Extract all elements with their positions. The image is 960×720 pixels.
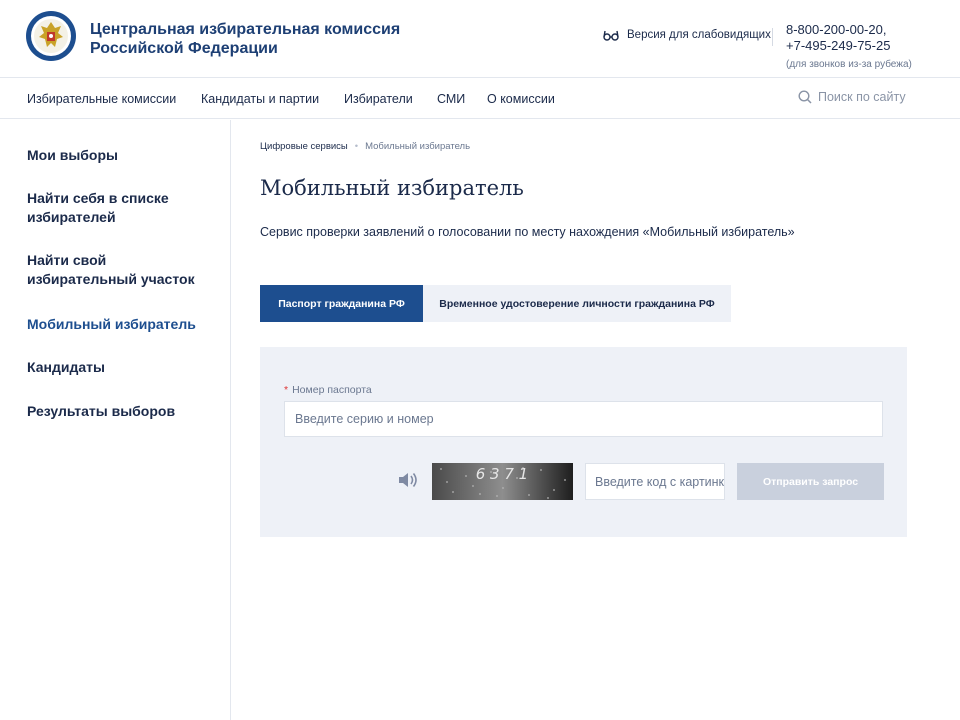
passport-number-input[interactable]	[284, 401, 883, 437]
page-title: Мобильный избиратель	[260, 176, 524, 200]
contact-phones: 8-800-200-00-20, +7-495-249-75-25 (для з…	[786, 22, 912, 73]
phone-note: (для звонков из-за рубежа)	[786, 59, 912, 70]
captcha-code-input[interactable]	[585, 463, 725, 500]
breadcrumb-separator: •	[354, 141, 359, 152]
low-vision-link[interactable]: Версия для слабовидящих	[603, 29, 771, 41]
sidebar-item-my-elections[interactable]: Мои выборы	[27, 146, 217, 165]
sidebar-item-election-results[interactable]: Результаты выборов	[27, 402, 217, 421]
passport-field-label: * Номер паспорта	[284, 384, 372, 396]
org-name[interactable]: Центральная избирательная комиссия Росси…	[90, 20, 410, 58]
required-mark: *	[284, 384, 289, 396]
nav-item-media[interactable]: СМИ	[437, 92, 465, 106]
low-vision-label: Версия для слабовидящих	[627, 29, 771, 41]
org-name-line2: Российской Федерации	[90, 40, 278, 57]
sidebar-item-candidates[interactable]: Кандидаты	[27, 358, 217, 377]
site-search[interactable]: Поиск по сайту	[798, 90, 906, 104]
cik-emblem-icon[interactable]	[25, 10, 77, 62]
request-form: *Номер паспорта 6 3 7 1 Отправить	[260, 347, 907, 537]
search-icon	[798, 90, 812, 104]
submit-request-button[interactable]: Отправить запрос	[737, 463, 884, 500]
nav-item-commissions[interactable]: Избирательные комиссии	[27, 92, 176, 106]
phone-international[interactable]: +7-495-249-75-25	[786, 38, 912, 54]
breadcrumb-current: Мобильный избиратель	[365, 141, 471, 152]
breadcrumb: Цифровые сервисы • Мобильный избиратель	[260, 141, 470, 152]
header-divider	[772, 28, 773, 46]
captcha-image[interactable]: 6 3 7 1	[432, 463, 573, 500]
org-name-line1: Центральная избирательная комиссия	[90, 21, 401, 38]
tab-passport[interactable]: Паспорт гражданина РФ	[260, 285, 423, 322]
page-description: Сервис проверки заявлений о голосовании …	[260, 225, 795, 239]
speaker-icon[interactable]	[398, 471, 418, 489]
site-header: Центральная избирательная комиссия Росси…	[0, 0, 960, 78]
nav-item-voters[interactable]: Избиратели	[344, 92, 413, 106]
sidebar-item-find-polling-station[interactable]: Найти свой избирательный участок	[27, 251, 217, 289]
sidebar-item-mobile-voter[interactable]: Мобильный избиратель	[27, 315, 217, 334]
tab-temporary-id[interactable]: Временное удостоверение личности граждан…	[423, 285, 731, 322]
sidebar-item-find-in-voter-list[interactable]: Найти себя в списке избирателей	[27, 189, 217, 227]
passport-label-text: Номер паспорта	[292, 384, 372, 396]
breadcrumb-parent[interactable]: Цифровые сервисы	[260, 141, 348, 152]
glasses-icon	[603, 30, 619, 41]
sidebar: Мои выборы Найти себя в списке избирател…	[0, 120, 231, 720]
search-placeholder: Поиск по сайту	[818, 90, 906, 104]
phone-hotline[interactable]: 8-800-200-00-20,	[786, 22, 912, 38]
nav-item-about[interactable]: О комиссии	[487, 92, 555, 106]
main-nav: Избирательные комиссии Кандидаты и парти…	[0, 79, 960, 119]
captcha-code: 6 3 7 1	[476, 465, 528, 483]
nav-item-candidates-parties[interactable]: Кандидаты и партии	[201, 92, 319, 106]
